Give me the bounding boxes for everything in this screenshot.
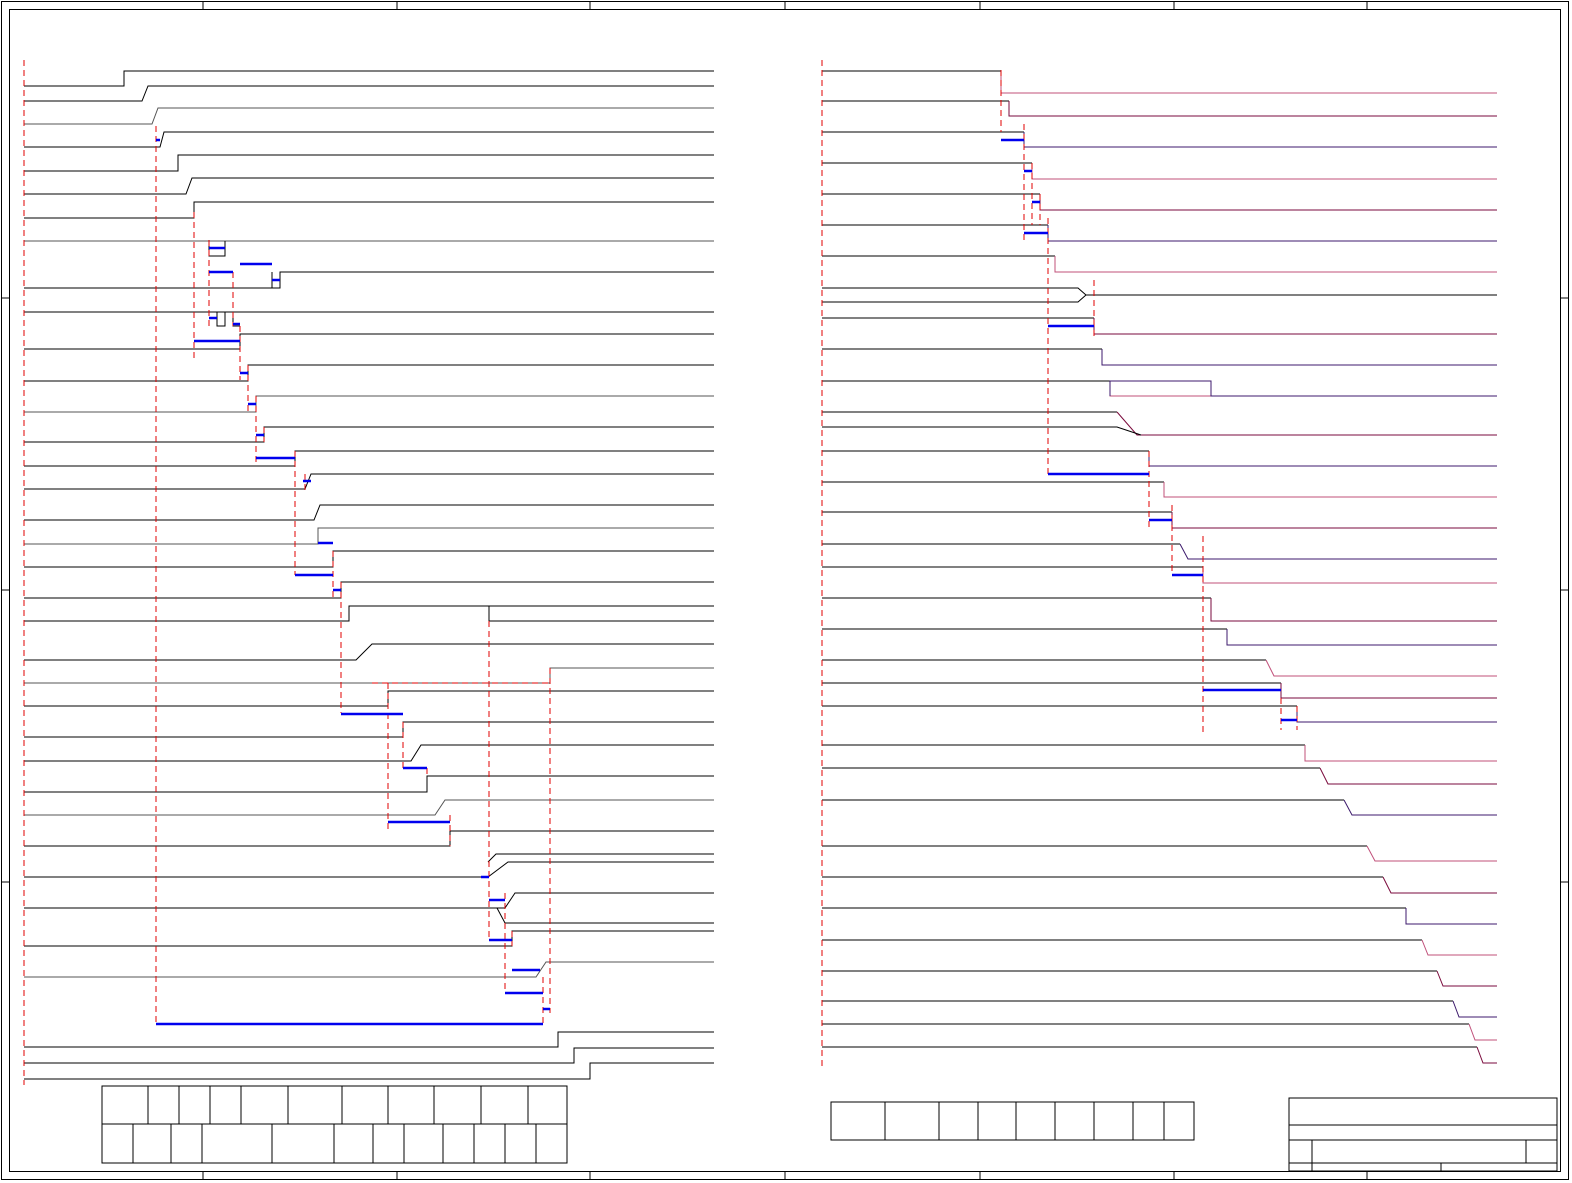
left-signal-trace — [24, 154, 714, 172]
left-signal-trace — [24, 333, 714, 350]
right-timing-diagram — [822, 70, 1497, 1064]
left-signal-trace — [24, 581, 714, 599]
title-block-border — [1288, 1097, 1558, 1172]
left-signal-trace — [24, 892, 714, 909]
right-signal-trace-high — [1280, 683, 1497, 699]
right-signal-trace-high — [1296, 706, 1497, 723]
left-signal-trace — [24, 364, 714, 382]
left-signal-trace — [24, 831, 451, 847]
title-block — [1288, 1097, 1558, 1172]
right-bus-trace — [822, 287, 1087, 303]
right-signal-trace-high — [1452, 1000, 1497, 1018]
left-signal-trace — [24, 721, 714, 738]
left-signal-trace — [24, 744, 714, 762]
right-signal-trace-high — [1023, 132, 1497, 148]
right-signal-trace-high — [1304, 745, 1497, 762]
right-signal-trace-high — [1163, 482, 1497, 498]
left-signal-trace — [24, 426, 714, 443]
right-signal-trace-high — [1468, 1023, 1497, 1041]
right-signal-trace-high — [1148, 451, 1497, 467]
left-signal-trace — [24, 1047, 714, 1064]
left-signal-trace — [24, 775, 714, 793]
right-signal-trace-high — [1421, 939, 1497, 956]
left-signal-trace — [24, 643, 714, 661]
left-signal-trace — [24, 1031, 714, 1048]
right-signal-trace-high — [1436, 970, 1497, 987]
left-signal-trace — [24, 131, 714, 148]
left-bus-trace — [496, 907, 714, 924]
left-signal-trace — [24, 861, 714, 878]
right-signal-trace-high — [1319, 767, 1497, 785]
left-bus-trace — [487, 853, 714, 863]
left-signal-trace — [24, 70, 714, 87]
left-signal-trace — [24, 799, 714, 816]
right-signal-trace-high — [1366, 845, 1497, 862]
right-signal-trace-high — [1109, 381, 1497, 397]
right-signal-trace-high — [1265, 659, 1497, 677]
right-signal-trace-high — [1116, 411, 1497, 436]
right-signal-trace-high — [1202, 567, 1497, 584]
right-signal-trace-high — [1476, 1046, 1497, 1064]
left-signal-trace — [24, 107, 714, 125]
right-signal-trace-high — [1093, 318, 1497, 335]
right-signal-trace-high — [1179, 543, 1497, 560]
right-signal-trace-high — [1039, 194, 1497, 211]
left-signal-trace — [24, 690, 714, 707]
right-signal-trace-high — [1101, 349, 1497, 366]
left-signal-trace — [24, 550, 714, 568]
left-pulse-trace — [24, 605, 714, 622]
left-signal-trace — [24, 395, 714, 413]
left-parts-table — [101, 1085, 568, 1164]
left-signal-trace — [24, 930, 714, 947]
left-timing-diagram — [24, 70, 714, 1080]
right-signal-trace-high — [1047, 225, 1497, 242]
right-signal-trace-high — [1054, 256, 1497, 273]
left-signal-trace — [24, 961, 714, 978]
left-signal-trace — [24, 473, 714, 490]
left-signal-trace — [24, 830, 714, 847]
right-signal-trace-high — [1008, 101, 1497, 117]
left-signal-trace — [24, 271, 714, 289]
left-signal-trace — [24, 450, 714, 467]
right-pulse-trace — [1109, 380, 1497, 397]
left-signal-trace — [24, 201, 714, 219]
right-parts-table — [830, 1101, 1195, 1141]
left-signal-trace — [24, 667, 714, 684]
left-signal-trace — [24, 85, 714, 102]
left-signal-trace — [24, 1062, 714, 1080]
right-signal-trace-high — [1382, 876, 1497, 894]
right-signal-trace-high — [1031, 163, 1497, 180]
timing-diagram-sheet — [1, 1, 1569, 1180]
right-timing-markers — [821, 60, 1298, 1070]
right-signal-trace-high — [1171, 512, 1497, 529]
left-signal-trace — [24, 527, 714, 545]
right-signal-trace-high — [1000, 71, 1497, 94]
left-timing-markers — [23, 60, 551, 1085]
right-signal-trace-high — [1405, 908, 1497, 925]
left-signal-trace — [24, 504, 714, 521]
right-signal-trace — [822, 426, 1142, 436]
right-signal-trace-high — [1210, 598, 1497, 622]
right-signal-trace-high — [1226, 629, 1497, 646]
right-signal-trace-high — [1343, 799, 1497, 816]
left-signal-trace — [24, 177, 714, 195]
inner-border — [9, 9, 1561, 1172]
left-signal-trace — [24, 605, 714, 622]
